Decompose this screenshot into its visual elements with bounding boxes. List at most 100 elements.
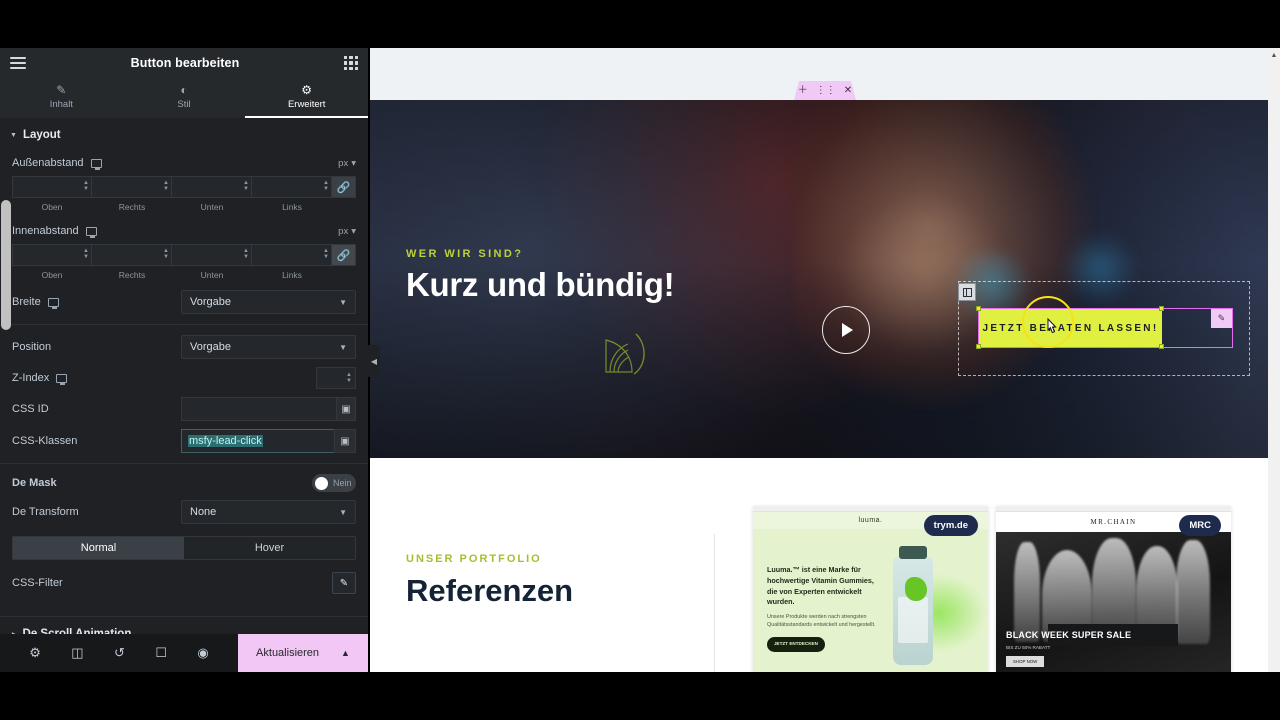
stepper-icon[interactable]: ▲ ▼ (83, 248, 89, 260)
tab-inhalt[interactable]: ✎ Inhalt (0, 78, 123, 118)
section-layout-label: Layout (22, 129, 61, 141)
margin-unit-select[interactable]: px ▾ (338, 158, 356, 169)
margin-link-icon[interactable]: 🔗 (332, 176, 356, 198)
responsive-icon[interactable]: ☐ (155, 645, 167, 661)
settings-gear-icon[interactable]: ⚙ (29, 645, 41, 661)
resize-handle[interactable] (976, 344, 981, 349)
stepper-icon[interactable]: ▲ ▼ (163, 180, 169, 192)
edit-pencil-icon[interactable]: ✎ (1211, 309, 1232, 328)
padding-unit-select[interactable]: px ▾ (338, 226, 356, 237)
css-filter-label: CSS-Filter (12, 577, 63, 589)
scroll-up-arrow-icon[interactable]: ▲ (1268, 48, 1280, 62)
css-classes-label: CSS-Klassen (12, 435, 78, 447)
mask-label: De Mask (12, 477, 57, 489)
page-scrollbar[interactable]: ▲ (1268, 48, 1280, 672)
play-icon[interactable] (822, 306, 870, 354)
hero-headline: Kurz und bündig! (406, 266, 675, 303)
pencil-icon: ✎ (56, 83, 67, 97)
add-section-icon[interactable]: ＋ (798, 85, 808, 96)
section-toolbar[interactable]: ＋ ⋮⋮ ✕ (794, 81, 856, 100)
portfolio-card[interactable]: trym.de luuma. Luuma.™ ist eine Marke fü… (753, 506, 988, 672)
dynamic-tags-icon[interactable]: ▣ (334, 429, 356, 453)
panel-tabs: ✎ Inhalt ◐ Stil ⚙ Erweitert (0, 78, 369, 118)
margin-top-input[interactable] (12, 176, 92, 198)
decorative-blob (905, 577, 927, 601)
chevron-up-icon[interactable]: ▲ (341, 648, 350, 658)
stepper-icon[interactable]: ▲ ▼ (163, 248, 169, 260)
state-hover-tab[interactable]: Hover (184, 537, 355, 559)
hero-section: WER WIR SIND? Kurz und bündig! JETZT BER… (370, 100, 1272, 458)
stepper-icon[interactable]: ▲ ▼ (323, 248, 329, 260)
padding-label: Innenabstand (12, 225, 79, 237)
layers-icon[interactable]: ◫ (71, 645, 83, 661)
transform-select[interactable]: None ▼ (181, 500, 356, 524)
chevron-down-icon: ▾ (351, 157, 356, 169)
tab-stil[interactable]: ◐ Stil (123, 78, 246, 118)
scrollbar-thumb[interactable] (1, 200, 11, 330)
state-normal-tab[interactable]: Normal (13, 537, 184, 559)
desktop-icon[interactable] (47, 297, 59, 309)
mask-toggle[interactable]: Nein (312, 474, 356, 492)
stepper-icon[interactable]: ▲ ▼ (243, 248, 249, 260)
transform-label: De Transform (12, 506, 79, 518)
panel-collapse-handle[interactable]: ◀ (368, 345, 380, 377)
hamburger-icon[interactable] (10, 57, 26, 69)
padding-left-field[interactable]: ▲ ▼ (252, 244, 332, 266)
margin-bottom-input[interactable] (172, 176, 252, 198)
container-icon[interactable] (958, 283, 976, 301)
desktop-icon[interactable] (85, 226, 97, 238)
desktop-icon[interactable] (90, 158, 102, 170)
width-select[interactable]: Vorgabe ▼ (181, 290, 356, 314)
padding-left-input[interactable] (252, 244, 332, 266)
padding-top-input[interactable] (12, 244, 92, 266)
margin-side-labels: Oben Rechts Unten Links (0, 200, 368, 218)
accordion-scroll-animation[interactable]: ▸ De Scroll Animation (0, 616, 368, 634)
position-select[interactable]: Vorgabe ▼ (181, 335, 356, 359)
stepper-icon[interactable]: ▲ ▼ (323, 180, 329, 192)
z-index-row: Z-Index ▲ ▼ (0, 363, 368, 393)
portfolio-card[interactable]: MRC MR.CHAIN BLACK WEEK SUPER SALE BIS Z… (996, 506, 1231, 672)
update-button[interactable]: Aktualisieren ▲ (238, 634, 368, 672)
desktop-icon[interactable] (56, 373, 68, 385)
preview-eye-icon[interactable]: ◉ (197, 645, 208, 661)
css-classes-value: msfy-lead-click (188, 435, 263, 447)
css-filter-edit-pencil-icon[interactable]: ✎ (332, 572, 356, 594)
margin-left-field[interactable]: ▲ ▼ (252, 176, 332, 198)
card-cta[interactable]: JETZT ENTDECKEN (767, 637, 825, 653)
close-icon[interactable]: ✕ (844, 85, 852, 96)
padding-link-icon[interactable]: 🔗 (332, 244, 356, 266)
page-canvas: ＋ ⋮⋮ ✕ WER WIR SIND? Kurz und bündig! JE… (370, 48, 1272, 672)
grid-icon[interactable] (344, 56, 358, 70)
dynamic-tags-icon[interactable]: ▣ (336, 397, 356, 421)
stepper-icon[interactable]: ▲ ▼ (243, 180, 249, 192)
z-index-input[interactable]: ▲ ▼ (316, 367, 356, 389)
resize-handle[interactable] (1159, 344, 1164, 349)
css-filter-label-group: CSS-Filter (12, 577, 172, 589)
css-classes-input[interactable]: msfy-lead-click (181, 429, 334, 453)
padding-bottom-field[interactable]: ▲ ▼ (172, 244, 252, 266)
section-layout-header[interactable]: ▼ Layout (0, 118, 368, 150)
margin-right-input[interactable] (92, 176, 172, 198)
tab-erweitert[interactable]: ⚙ Erweitert (245, 78, 369, 118)
margin-left-input[interactable] (252, 176, 332, 198)
stepper-icon[interactable]: ▲ ▼ (346, 372, 352, 384)
resize-handle[interactable] (976, 306, 981, 311)
drag-handle-icon[interactable]: ⋮⋮ (816, 85, 836, 96)
margin-right-field[interactable]: ▲ ▼ (92, 176, 172, 198)
margin-top-field[interactable]: ▲ ▼ (12, 176, 92, 198)
padding-right-input[interactable] (92, 244, 172, 266)
width-label-group: Breite (12, 296, 172, 309)
margin-label-group: Außenabstand (12, 157, 172, 170)
css-id-input[interactable] (181, 397, 336, 421)
padding-top-field[interactable]: ▲ ▼ (12, 244, 92, 266)
stepper-icon[interactable]: ▲ ▼ (83, 180, 89, 192)
padding-right-field[interactable]: ▲ ▼ (92, 244, 172, 266)
margin-bottom-field[interactable]: ▲ ▼ (172, 176, 252, 198)
card-cta[interactable]: SHOP NOW (1006, 656, 1045, 667)
transform-label-group: De Transform (12, 506, 172, 518)
history-icon[interactable]: ↺ (114, 645, 125, 661)
divider (0, 463, 368, 464)
transform-row: De Transform None ▼ (0, 496, 368, 528)
padding-bottom-input[interactable] (172, 244, 252, 266)
resize-handle[interactable] (1159, 306, 1164, 311)
